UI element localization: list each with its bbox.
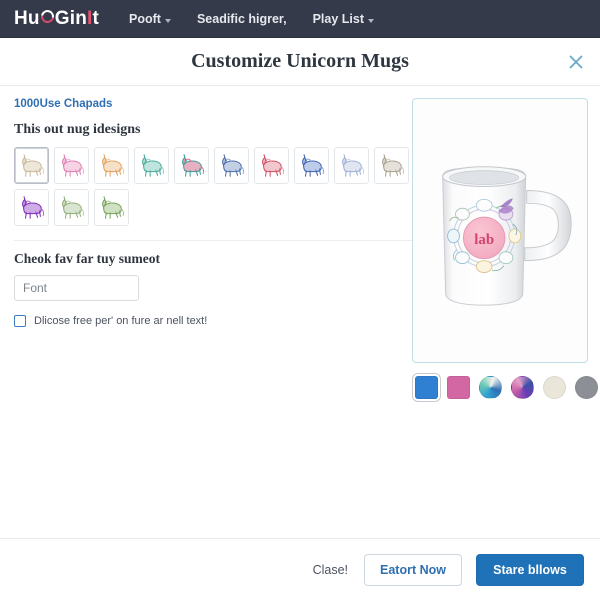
free-text-checkbox-label: Dlicose free per' on fure ar nell text! (34, 315, 208, 327)
unicorn-design-2[interactable] (54, 147, 89, 184)
unicorn-design-5[interactable] (174, 147, 209, 184)
cancel-link[interactable]: Clase! (311, 559, 350, 581)
use-chapads-link[interactable]: 1000Use Chapads (14, 98, 402, 110)
modal-header: Customize Unicorn Mugs (0, 38, 600, 86)
unicorn-design-4[interactable] (134, 147, 169, 184)
unicorn-design-12[interactable] (54, 189, 89, 226)
swatch-gray[interactable] (575, 376, 598, 399)
customize-left-column: 1000Use Chapads This out nug idesigns Ch… (14, 98, 412, 327)
logo-text-post: t (92, 7, 100, 29)
nav-item-label: Play List (312, 11, 364, 26)
swatch-purple-gradient[interactable] (511, 376, 534, 399)
nav-item-label: Seadific higrer, (196, 11, 287, 26)
modal-footer: Clase! Eatort Now Stare bllows (0, 538, 600, 600)
unicorn-design-7[interactable] (254, 147, 289, 184)
color-swatch-row (412, 376, 598, 399)
page-title: Customize Unicorn Mugs (191, 50, 409, 72)
nav-item-seadific[interactable]: Seadific higrer, (197, 12, 287, 26)
app-logo[interactable]: Hu Gin I t (14, 6, 100, 30)
font-input[interactable] (14, 275, 139, 301)
free-text-check-row: Dlicose free per' on fure ar nell text! (14, 315, 402, 327)
close-icon[interactable] (566, 52, 586, 72)
start-now-button[interactable]: Eatort Now (364, 553, 462, 586)
save-button[interactable]: Stare bllows (476, 553, 584, 586)
unicorn-design-9[interactable] (334, 147, 369, 184)
navbar-items: Pooft Seadific higrer, Play List (129, 12, 374, 26)
customize-right-column: lab (412, 98, 598, 399)
unicorn-ring-icon (38, 6, 57, 26)
unicorn-design-11[interactable] (14, 189, 49, 226)
unicorn-design-3[interactable] (94, 147, 129, 184)
design-thumbnail-grid (14, 147, 410, 226)
free-text-checkbox[interactable] (14, 315, 26, 327)
swatch-blue[interactable] (415, 376, 438, 399)
nav-item-label: Pooft (129, 11, 161, 26)
chevron-down-icon (164, 18, 171, 23)
swatch-pink[interactable] (447, 376, 470, 399)
section-divider (14, 240, 412, 241)
nav-item-pooft[interactable]: Pooft (129, 12, 171, 26)
chevron-down-icon (368, 18, 374, 23)
logo-text-pre: Hu (14, 7, 40, 29)
text-field-label: Cheok fav far tuy sumeot (14, 251, 160, 266)
swatch-cream[interactable] (543, 376, 566, 399)
logo-text-mid: Gin (54, 7, 87, 29)
modal-body: 1000Use Chapads This out nug idesigns Ch… (0, 86, 600, 516)
unicorn-design-6[interactable] (214, 147, 249, 184)
swatch-teal-gradient[interactable] (479, 376, 502, 399)
top-navbar: Hu Gin I t Pooft Seadific higrer, Play L… (0, 0, 600, 38)
designs-section-title: This out nug idesigns (14, 122, 141, 137)
unicorn-design-8[interactable] (294, 147, 329, 184)
mug-preview[interactable]: lab (412, 98, 588, 363)
unicorn-design-10[interactable] (374, 147, 409, 184)
unicorn-design-13[interactable] (94, 189, 129, 226)
nav-item-play-list[interactable]: Play List (313, 12, 374, 26)
unicorn-design-1[interactable] (14, 147, 49, 184)
svg-text:lab: lab (474, 232, 494, 248)
